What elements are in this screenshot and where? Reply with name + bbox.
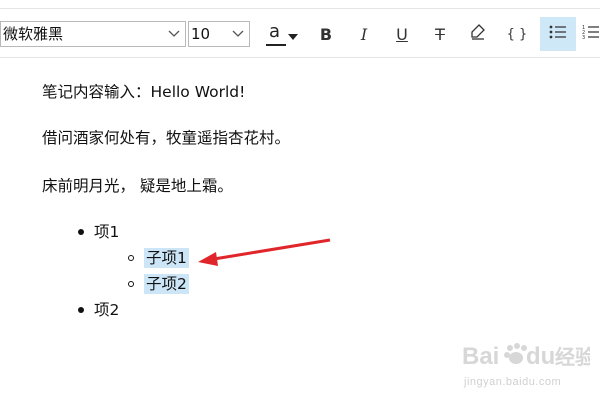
font-color-letter: a [269, 21, 281, 42]
font-size-select[interactable]: 10 [188, 21, 250, 47]
list-bullet [128, 255, 134, 261]
list-bullet [78, 307, 84, 313]
paragraph: 借问酒家何处有，牧童遥指杏花村。 [42, 129, 291, 147]
italic-icon: I [360, 24, 368, 44]
editor-toolbar: 微软雅黑 10 a B I U T {} 1 2 3 [0, 8, 600, 58]
list-bullet [128, 281, 134, 287]
underline-icon: U [396, 24, 408, 44]
paragraph: 床前明月光， 疑是地上霜。 [42, 177, 233, 195]
svg-text:经验: 经验 [555, 345, 590, 369]
list-item: 项1 [94, 223, 120, 241]
code-button[interactable]: { } [500, 17, 534, 51]
bold-button[interactable]: B [312, 17, 340, 51]
underline-button[interactable]: U [388, 17, 416, 51]
svg-text:du: du [526, 343, 555, 370]
font-size-value: 10 [191, 25, 211, 43]
chevron-down-icon [167, 22, 181, 46]
font-family-select[interactable]: 微软雅黑 [0, 21, 186, 47]
font-family-value: 微软雅黑 [3, 25, 64, 43]
highlighter-icon [469, 23, 487, 45]
strikethrough-icon: T [435, 24, 445, 44]
font-color-button[interactable]: a [256, 17, 306, 51]
list-bullet [78, 229, 84, 235]
numbered-list-button[interactable]: 1 2 3 [582, 17, 600, 51]
font-color-bar [266, 44, 286, 46]
selected-text: 子项1 [144, 248, 189, 268]
svg-text:3: 3 [582, 35, 585, 40]
svg-text:Bai: Bai [462, 343, 499, 370]
font-color-glyph: a [264, 19, 288, 49]
watermark-url: jingyan.baidu.com [464, 376, 562, 388]
bulleted-list-button[interactable] [540, 17, 576, 51]
bold-icon: B [319, 24, 333, 44]
caret-down-icon [288, 25, 298, 44]
bulleted-list-icon [549, 24, 567, 44]
chevron-down-icon [231, 22, 245, 46]
baidu-logo: Bai du 经验 [462, 343, 595, 370]
list-item: 子项1 [144, 246, 189, 268]
paragraph: 笔记内容输入：Hello World! [42, 83, 246, 101]
baidu-watermark: Bai du 经验 jingyan.baidu.com [460, 336, 595, 396]
code-icon: { } [506, 26, 528, 42]
highlight-button[interactable] [464, 17, 492, 51]
list-item: 子项2 [144, 272, 189, 294]
numbered-list-icon: 1 2 3 [582, 24, 600, 44]
italic-button[interactable]: I [350, 17, 378, 51]
list-item: 项2 [94, 301, 120, 319]
strikethrough-button[interactable]: T [426, 17, 454, 51]
selected-text: 子项2 [144, 274, 189, 294]
annotation-arrow [198, 238, 331, 266]
